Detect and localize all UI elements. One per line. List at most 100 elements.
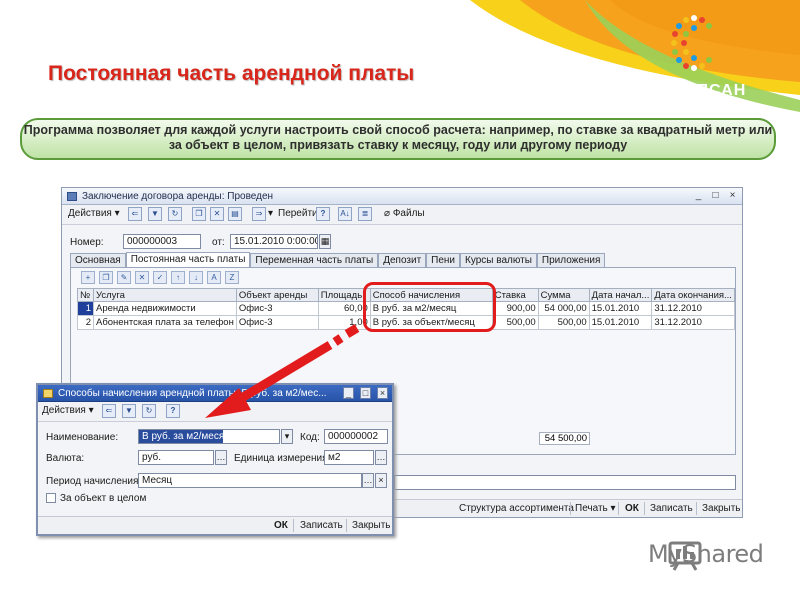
move-up-icon[interactable]: ↑ (171, 271, 185, 284)
col-date-start[interactable]: Дата начал... (588, 288, 653, 302)
cell-sum[interactable]: 500,00 (537, 315, 590, 330)
files-button[interactable]: ⌀ Файлы (384, 208, 425, 219)
name-label: Наименование: (46, 432, 119, 443)
cell-rate[interactable]: 900,00 (491, 301, 539, 316)
structure-button[interactable]: Структура ассортимента (459, 503, 574, 514)
col-sum[interactable]: Сумма (537, 288, 590, 302)
slide-title: Постоянная часть арендной платы (48, 62, 415, 85)
currency-label: Валюта: (46, 453, 85, 464)
cell-date-end[interactable]: 31.12.2010 (651, 301, 735, 316)
period-select-icon[interactable]: … (362, 473, 374, 488)
unit-select-icon[interactable]: … (375, 450, 387, 465)
cell-service[interactable]: Аренда недвижимости (92, 301, 237, 316)
cell-number[interactable]: 2 (77, 315, 94, 330)
dialog-help-icon[interactable]: ? (166, 404, 180, 418)
end-edit-icon[interactable]: ✓ (153, 271, 167, 284)
cell-number[interactable]: 1 (77, 301, 94, 316)
tab-strip: Основная Постоянная часть платы Переменн… (70, 252, 606, 267)
dialog-close-icon[interactable]: × (377, 387, 388, 399)
move-down-icon[interactable]: ↓ (189, 271, 203, 284)
unit-label: Единица измерения: (234, 453, 331, 464)
date-label: от: (212, 237, 225, 248)
col-number[interactable]: № (77, 288, 94, 302)
filter-icon[interactable]: ▼ (148, 207, 162, 221)
report-icon[interactable]: ≣ (358, 207, 372, 221)
tab-fixed-part[interactable]: Постоянная часть платы (125, 252, 251, 267)
close-icon[interactable]: × (727, 190, 738, 202)
slide: САПСАН Постоянная часть арендной платы П… (0, 0, 800, 600)
col-rate[interactable]: Ставка (491, 288, 539, 302)
tab-deposit[interactable]: Депозит (378, 253, 427, 267)
minimize-icon[interactable]: _ (693, 190, 704, 202)
name-dropdown-icon[interactable]: ▾ (281, 429, 293, 444)
sort-desc-icon[interactable]: Z (225, 271, 239, 284)
refresh-icon[interactable]: ↻ (168, 207, 182, 221)
dialog-save-button[interactable]: Записать (300, 520, 343, 531)
window-titlebar: Заключение договора аренды: Проведен _ □… (62, 188, 742, 205)
col-date-end[interactable]: Дата окончания... (651, 288, 735, 302)
cell-date-start[interactable]: 15.01.2010 (588, 315, 653, 330)
table-total: 54 500,00 (539, 432, 590, 445)
whole-object-checkbox[interactable] (46, 493, 56, 503)
tab-variable-part[interactable]: Переменная часть платы (250, 253, 379, 267)
close-button[interactable]: Закрыть (702, 503, 741, 514)
cell-date-end[interactable]: 31.12.2010 (651, 315, 735, 330)
tab-currency-rates[interactable]: Курсы валюты (460, 253, 537, 267)
help-icon[interactable]: ? (316, 207, 330, 221)
comment-field[interactable] (394, 475, 736, 490)
delete-row-icon[interactable]: ✕ (135, 271, 149, 284)
period-field[interactable]: Месяц (138, 473, 362, 488)
calendar-icon[interactable]: ▦ (319, 234, 331, 249)
main-toolbar: Действия ▾ ⇐ ▼ ↻ ❐ ✕ ▤ ⇒ ▾ Перейти ▾ ? A… (62, 205, 742, 225)
post-icon[interactable]: ⇒ (252, 207, 266, 221)
copy-icon[interactable]: ❐ (192, 207, 206, 221)
number-field[interactable]: 000000003 (123, 234, 201, 249)
table-icon[interactable]: ▤ (228, 207, 242, 221)
cell-rate[interactable]: 500,00 (491, 315, 539, 330)
cell-object[interactable]: Офис-3 (235, 301, 319, 316)
code-label: Код: (300, 432, 320, 443)
print-menu[interactable]: Печать ▾ (575, 503, 616, 514)
cell-date-start[interactable]: 15.01.2010 (588, 301, 653, 316)
method-column-highlight (363, 282, 496, 332)
cell-sum[interactable]: 54 000,00 (537, 301, 590, 316)
dialog-refresh-icon[interactable]: ↻ (142, 404, 156, 418)
tab-penalties[interactable]: Пени (426, 253, 461, 267)
files-label: Файлы (392, 208, 425, 219)
edit-row-icon[interactable]: ✎ (117, 271, 131, 284)
goto-label: Перейти (278, 208, 318, 219)
callout-box: Программа позволяет для каждой услуги на… (20, 118, 776, 160)
unit-field[interactable]: м2 (324, 450, 374, 465)
col-service[interactable]: Услуга (92, 288, 237, 302)
col-object[interactable]: Объект аренды (235, 288, 319, 302)
tab-main[interactable]: Основная (70, 253, 126, 267)
dialog-close-button[interactable]: Закрыть (352, 520, 391, 531)
name-field[interactable]: В руб. за м2/месяц (138, 429, 280, 444)
date-field[interactable]: 15.01.2010 0:00:00 (230, 234, 318, 249)
currency-select-icon[interactable]: … (215, 450, 227, 465)
delete-icon[interactable]: ✕ (210, 207, 224, 221)
tab-attachments[interactable]: Приложения (536, 253, 606, 267)
dialog-icon (43, 389, 53, 398)
post-dropdown[interactable]: ▾ (268, 208, 273, 219)
sort-icon[interactable]: A↓ (338, 207, 352, 221)
dialog-back-icon[interactable]: ⇐ (102, 404, 116, 418)
back-icon[interactable]: ⇐ (128, 207, 142, 221)
code-field[interactable]: 000000002 (324, 429, 388, 444)
maximize-icon[interactable]: □ (710, 190, 721, 202)
sort-asc-icon[interactable]: A (207, 271, 221, 284)
dialog-actions-label: Действия (42, 405, 86, 416)
dialog-actions-menu[interactable]: Действия ▾ (42, 405, 94, 416)
period-label: Период начисления: (46, 476, 142, 487)
copy-row-icon[interactable]: ❐ (99, 271, 113, 284)
dialog-filter-icon[interactable]: ▼ (122, 404, 136, 418)
actions-menu[interactable]: Действия ▾ (68, 208, 120, 219)
add-row-icon[interactable]: + (81, 271, 95, 284)
currency-field[interactable]: руб. (138, 450, 214, 465)
ok-button[interactable]: ОК (625, 503, 639, 514)
period-clear-icon[interactable]: × (375, 473, 387, 488)
watermark-text: MyShared (648, 540, 764, 568)
actions-label: Действия (68, 208, 112, 219)
save-button[interactable]: Записать (650, 503, 693, 514)
dialog-ok-button[interactable]: ОК (274, 520, 288, 531)
